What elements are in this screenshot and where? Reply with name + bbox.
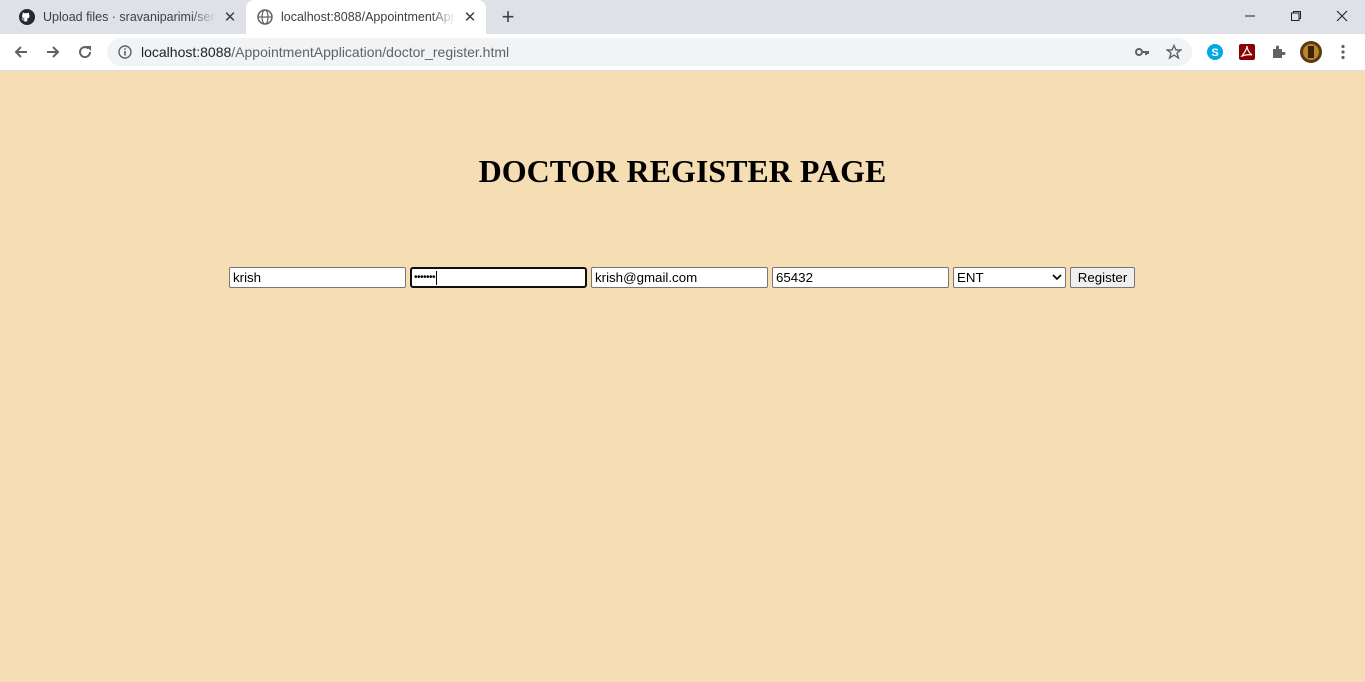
back-arrow-icon: [14, 46, 27, 58]
menu-dots-icon[interactable]: [1333, 42, 1353, 62]
url-path: /AppointmentApplication/doctor_register.…: [231, 44, 510, 60]
forward-arrow-icon: [47, 46, 60, 58]
extensions-puzzle-icon[interactable]: [1269, 42, 1289, 62]
tab-localhost[interactable]: localhost:8088/AppointmentApp ✕: [246, 0, 486, 34]
key-icon[interactable]: [1134, 44, 1150, 60]
new-tab-button[interactable]: +: [496, 4, 520, 29]
password-mask: •••••••: [414, 272, 436, 283]
info-icon[interactable]: [118, 45, 132, 59]
github-icon: [19, 9, 35, 25]
reload-button[interactable]: [70, 37, 100, 67]
url-host: localhost:8088: [141, 44, 232, 60]
page-viewport: DOCTOR REGISTER PAGE ••••••• ENT Registe…: [0, 71, 1365, 682]
browser-toolbar: localhost:8088/AppointmentApplication/do…: [0, 34, 1365, 71]
tab-strip: Upload files · sravaniparimi/servic ✕ lo…: [0, 0, 1365, 34]
tab-upload-files[interactable]: Upload files · sravaniparimi/servic ✕: [8, 0, 246, 34]
restore-button[interactable]: [1273, 0, 1319, 32]
svg-text:S: S: [1211, 47, 1218, 59]
specialization-selected-value: ENT: [957, 270, 984, 285]
page-title: DOCTOR REGISTER PAGE: [478, 153, 887, 189]
text-cursor: [436, 270, 438, 285]
close-icon[interactable]: ✕: [222, 9, 238, 26]
profile-avatar[interactable]: [1300, 41, 1322, 63]
minimize-button[interactable]: [1227, 0, 1273, 32]
back-button[interactable]: [6, 37, 36, 67]
tab-title: Upload files · sravaniparimi/servic: [43, 10, 216, 24]
globe-icon: [257, 9, 273, 25]
password-input[interactable]: •••••••: [410, 267, 587, 288]
forward-button[interactable]: [38, 37, 68, 67]
window-close-button[interactable]: [1319, 0, 1365, 32]
email-input[interactable]: [591, 267, 768, 288]
reload-icon: [79, 46, 92, 59]
bookmark-star-icon[interactable]: [1166, 44, 1182, 60]
tab-title: localhost:8088/AppointmentApp: [281, 10, 456, 24]
chevron-down-icon: [1052, 270, 1062, 285]
url-text: localhost:8088/AppointmentApplication/do…: [141, 44, 509, 60]
close-icon[interactable]: ✕: [462, 9, 478, 26]
name-input[interactable]: [229, 267, 406, 288]
address-bar[interactable]: localhost:8088/AppointmentApplication/do…: [107, 38, 1192, 66]
skype-extension-icon[interactable]: S: [1205, 42, 1225, 62]
register-button[interactable]: Register: [1070, 267, 1135, 288]
specialization-select[interactable]: ENT: [953, 267, 1066, 288]
phone-input[interactable]: [772, 267, 949, 288]
acrobat-extension-icon[interactable]: [1237, 42, 1257, 62]
